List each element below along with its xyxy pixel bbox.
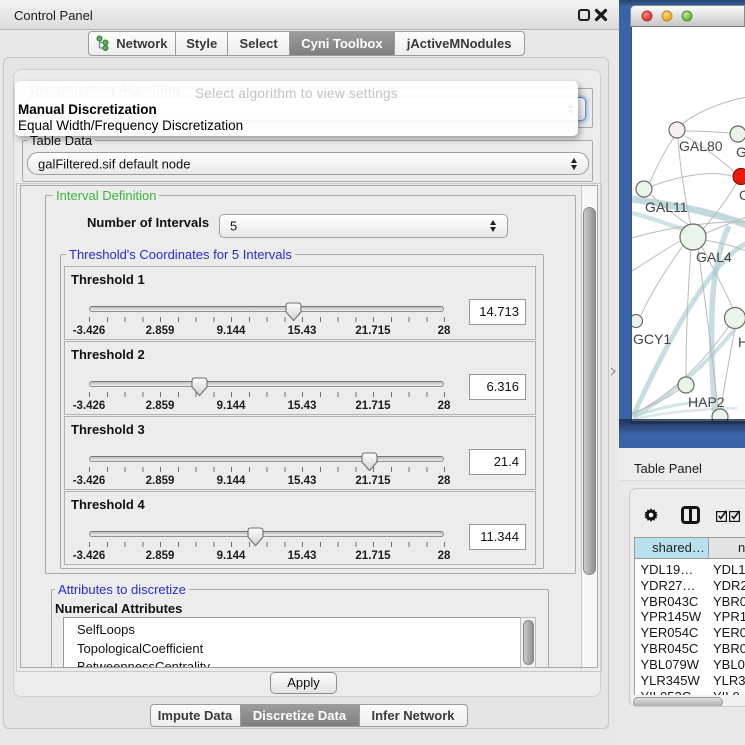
svg-text:HAP2: HAP2 [688, 394, 725, 410]
svg-text:G.: G. [736, 144, 745, 160]
svg-text:GCY1: GCY1 [633, 331, 671, 347]
svg-text:GAL4: GAL4 [696, 249, 732, 265]
svg-text:H: H [738, 334, 745, 350]
svg-text:GAL11: GAL11 [645, 199, 688, 215]
svg-text:C: C [739, 187, 745, 203]
svg-text:GAL80: GAL80 [679, 138, 723, 154]
